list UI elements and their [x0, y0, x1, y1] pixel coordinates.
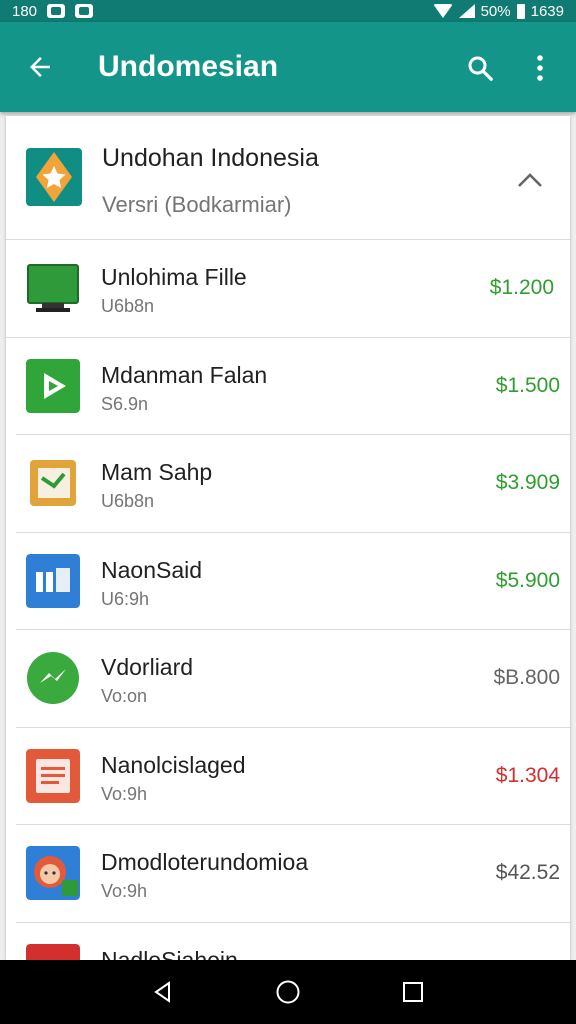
wifi-icon	[432, 4, 453, 18]
navigation-bar	[0, 960, 576, 1024]
list-item[interactable]: Dmodloterundomioa Vo:9h $42.52	[16, 825, 570, 923]
nav-recents-button[interactable]	[391, 970, 435, 1014]
app-list: Unlohima Fille U6b8n $1.200 Mdanman Fala…	[6, 240, 570, 960]
list-item[interactable]: Unlohima Fille U6b8n $1.200	[6, 240, 570, 338]
status-bar: 180 50% 1639	[0, 0, 576, 22]
red-app-icon	[26, 943, 80, 960]
nav-back-icon	[153, 981, 170, 1003]
item-price: $1.304	[495, 763, 560, 787]
chevron-up-icon	[518, 173, 542, 187]
item-subtitle: U6b8n	[101, 296, 155, 316]
nav-home-button[interactable]	[266, 970, 310, 1014]
app-bar: Undomesian	[0, 22, 576, 112]
group-title: Undohan Indonesia	[102, 144, 319, 172]
item-subtitle: U6b8n	[101, 491, 155, 511]
collapse-button[interactable]	[506, 156, 554, 204]
item-price: $42.52	[495, 861, 560, 884]
item-title: Mam Sahp	[101, 459, 213, 485]
search-button[interactable]	[460, 48, 500, 88]
battery-icon	[516, 3, 525, 19]
list-item[interactable]: Mdanman Falan S6.9n $1.500	[16, 338, 570, 435]
more-vert-icon	[537, 55, 543, 81]
notification-icon-2	[75, 4, 94, 18]
list-item[interactable]: Mam Sahp U6b8n $3.909	[16, 435, 570, 533]
group-subtitle: Versri (Bodkarmiar)	[102, 192, 292, 217]
list-item[interactable]: NaonSaid U6:9h $5.900	[16, 533, 570, 630]
monitor-icon	[26, 261, 80, 315]
notes-icon	[26, 748, 80, 803]
document-icon	[26, 456, 80, 510]
item-title: Unlohima Fille	[101, 264, 247, 290]
item-title: Dmodloterundomioa	[101, 849, 309, 875]
item-title: Mdanman Falan	[101, 361, 268, 388]
item-subtitle: Vo:9h	[101, 881, 148, 901]
list-item[interactable]: Nanolcislaged Vo:9h $1.304	[16, 728, 570, 825]
play-icon	[26, 358, 80, 413]
item-price: $1.500	[495, 373, 560, 397]
item-price: $5.900	[495, 568, 560, 592]
item-subtitle: S6.9n	[101, 393, 149, 414]
item-title: NaonSaid	[101, 556, 203, 583]
group-header[interactable]: Undohan Indonesia Versri (Bodkarmiar)	[6, 116, 570, 240]
back-button[interactable]	[0, 22, 80, 112]
item-title: Nanolcislaged	[101, 751, 246, 778]
list-item[interactable]: NadloSiahoin	[16, 923, 570, 961]
status-clock: 1639	[530, 2, 564, 20]
search-icon	[468, 56, 493, 81]
item-subtitle: U6:9h	[101, 588, 150, 609]
app-title: Undomesian	[98, 50, 279, 83]
item-subtitle: Vo:9h	[101, 783, 148, 804]
app-star-icon	[26, 148, 82, 206]
messenger-icon	[26, 651, 80, 705]
arrow-back-icon	[30, 57, 50, 77]
panel-icon	[26, 553, 80, 608]
item-title: Vdorliard	[101, 654, 194, 680]
item-subtitle: Vo:on	[101, 686, 148, 706]
more-options-button[interactable]	[520, 48, 560, 88]
nav-recents-icon	[403, 982, 424, 1002]
signal-icon	[458, 4, 475, 18]
list-item[interactable]: Vdorliard Vo:on $B.800	[16, 630, 570, 728]
nav-home-icon	[276, 980, 300, 1004]
nav-back-button[interactable]	[141, 970, 185, 1014]
item-price: $3.909	[495, 471, 560, 494]
avatar-icon	[26, 846, 80, 900]
battery-percent: 50%	[480, 2, 511, 20]
status-time-left: 180	[12, 2, 38, 20]
app-list-card: Undohan Indonesia Versri (Bodkarmiar) Un…	[6, 116, 570, 960]
item-price: $1.200	[489, 276, 554, 299]
item-price: $B.800	[493, 666, 560, 689]
notification-icon	[47, 4, 66, 18]
item-title: NadloSiahoin	[101, 946, 238, 961]
